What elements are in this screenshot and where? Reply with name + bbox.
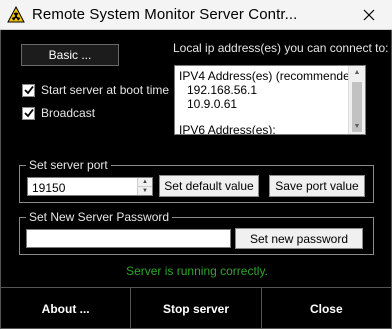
server-status: Server is running correctly.	[126, 264, 268, 278]
save-port-value-label: Save port value	[275, 179, 359, 193]
basic-button[interactable]: Basic ...	[21, 44, 119, 66]
window-title: Remote System Monitor Server Contr...	[32, 6, 298, 23]
ip-address-list[interactable]: IPV4 Address(es) (recommended): 192.168.…	[174, 65, 366, 135]
basic-button-label: Basic ...	[48, 48, 92, 62]
spin-up-icon[interactable]: ▲	[138, 178, 152, 187]
stop-server-button[interactable]: Stop server	[131, 288, 262, 329]
ipv4-address: 10.9.0.61	[187, 97, 238, 111]
checkmark-icon	[23, 108, 34, 118]
window-close-button[interactable]	[346, 0, 392, 30]
close-icon	[363, 9, 375, 21]
checkbox-box[interactable]	[22, 83, 35, 97]
title-bar: Remote System Monitor Server Contr...	[0, 0, 392, 30]
server-port-value: 19150	[32, 181, 66, 195]
ipv4-address: 192.168.56.1	[187, 83, 258, 97]
spin-down-icon[interactable]: ▼	[138, 187, 152, 196]
scroll-up-icon[interactable]: ▲	[349, 66, 365, 80]
ipv4-header: IPV4 Address(es) (recommended):	[179, 69, 364, 83]
broadcast-label: Broadcast	[41, 106, 96, 120]
server-password-input[interactable]	[26, 229, 231, 248]
checkmark-icon	[23, 85, 34, 95]
about-button[interactable]: About ...	[1, 288, 132, 329]
server-password-legend: Set New Server Password	[26, 210, 173, 224]
close-label: Close	[309, 301, 343, 316]
start-at-boot-label: Start server at boot time	[41, 83, 170, 97]
main-panel: Basic ... Local ip address(es) you can c…	[0, 30, 392, 329]
start-at-boot-checkbox[interactable]: Start server at boot time	[22, 83, 169, 97]
set-default-value-button[interactable]: Set default value	[159, 175, 259, 197]
footer-bar: About ... Stop server Close	[1, 287, 391, 329]
server-port-input[interactable]: 19150 ▲ ▼	[27, 177, 153, 196]
local-ip-label: Local ip address(es) you can connect to:	[173, 41, 389, 55]
ipv6-header: IPV6 Address(es):	[179, 123, 276, 135]
set-new-password-button[interactable]: Set new password	[235, 228, 363, 249]
about-label: About ...	[41, 301, 90, 316]
set-new-password-label: Set new password	[249, 231, 349, 246]
port-spinner[interactable]: ▲ ▼	[137, 178, 152, 195]
save-port-value-button[interactable]: Save port value	[269, 175, 365, 197]
close-button[interactable]: Close	[262, 288, 391, 329]
radiation-icon	[7, 6, 25, 23]
server-port-legend: Set server port	[26, 158, 111, 172]
set-default-value-label: Set default value	[164, 179, 254, 193]
broadcast-checkbox[interactable]: Broadcast	[22, 106, 95, 120]
ip-list-scrollbar[interactable]: ▲ ▼	[348, 66, 365, 134]
scroll-down-icon[interactable]: ▼	[349, 120, 365, 134]
checkbox-box[interactable]	[22, 106, 35, 120]
stop-server-label: Stop server	[162, 301, 229, 316]
